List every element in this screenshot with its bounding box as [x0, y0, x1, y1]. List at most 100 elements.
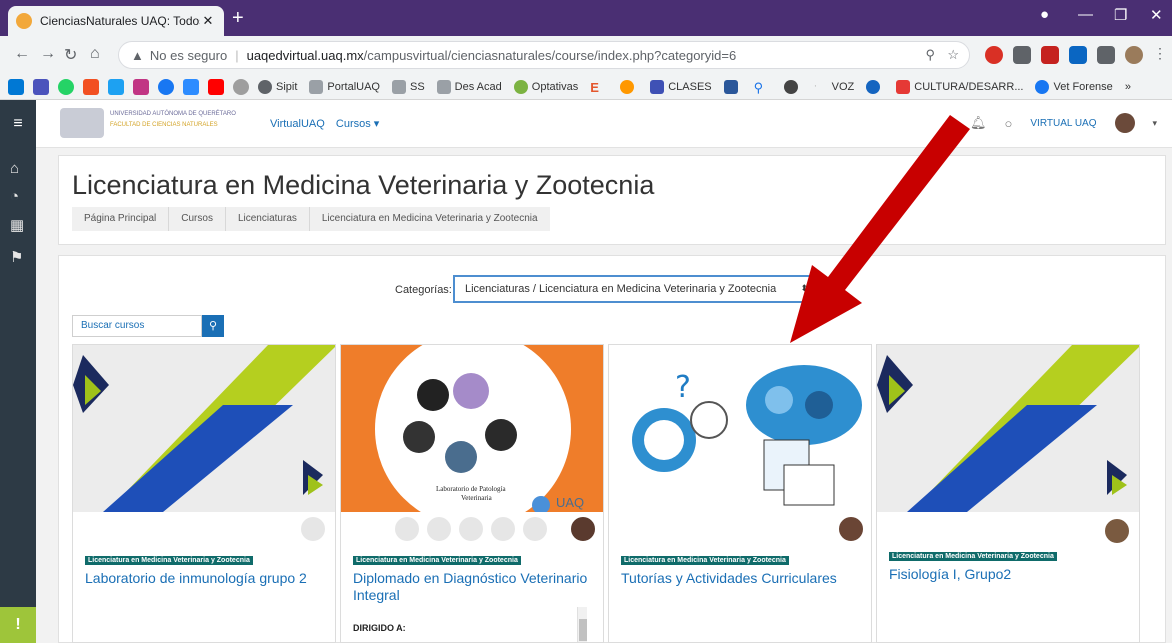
bookmarks-overflow-button[interactable]: »	[1125, 81, 1131, 93]
youtube-icon[interactable]	[208, 78, 224, 95]
page-title: Licenciatura en Medicina Veterinaria y Z…	[72, 170, 655, 200]
course-card[interactable]: ? Licenciatura en Medicina Veterinaria y…	[608, 344, 872, 643]
bookmark-item[interactable]: Des Acad	[436, 79, 502, 94]
bookmark-item-word[interactable]	[723, 79, 742, 94]
restore-icon[interactable]: ❐	[1114, 6, 1127, 24]
image-caption-uaq: UAQ	[556, 495, 585, 510]
teacher-avatar[interactable]	[299, 515, 327, 543]
course-info: Licenciatura en Medicina Veterinaria y Z…	[621, 549, 861, 587]
course-name-link[interactable]: Diplomado en Diagnóstico Veterinario Int…	[353, 570, 593, 604]
chevron-down-icon[interactable]: ▾	[1153, 118, 1158, 129]
bookmark-item-eye[interactable]	[620, 79, 638, 94]
bookmark-item-circle[interactable]	[783, 79, 802, 94]
seal-bookmark-icon[interactable]	[233, 78, 249, 95]
user-avatar[interactable]	[1114, 113, 1135, 133]
outlook-icon[interactable]	[8, 78, 24, 95]
back-icon[interactable]: ←	[14, 45, 30, 63]
site-logo[interactable]: UNIVERSIDAD AUTÓNOMA DE QUERÉTARO FACULT…	[60, 106, 250, 142]
course-search-input[interactable]: Buscar cursos	[72, 315, 202, 337]
profile-dot-icon[interactable]: ●	[1040, 6, 1049, 23]
tab-title: CienciasNaturales UAQ: Todos lo	[40, 14, 200, 28]
bookmark-item[interactable]: CLASES	[650, 79, 712, 94]
user-menu[interactable]: VIRTUAL UAQ	[1030, 118, 1096, 129]
adblock-icon[interactable]	[985, 46, 1003, 64]
course-name-link[interactable]: Laboratorio de inmunología grupo 2	[85, 570, 325, 587]
home-icon[interactable]: ⌂	[90, 45, 100, 63]
university-seal-icon	[60, 108, 104, 138]
messages-icon[interactable]: ○	[1005, 116, 1013, 131]
linkedin-icon[interactable]	[1069, 46, 1087, 64]
new-tab-button[interactable]: +	[232, 8, 244, 28]
teacher-avatar[interactable]	[569, 515, 597, 543]
course-pattern-image	[877, 345, 1139, 512]
scrollbar-thumb[interactable]	[579, 619, 587, 641]
reload-icon[interactable]: ↻	[64, 45, 77, 65]
extension-m-icon[interactable]	[1041, 46, 1059, 64]
graduation-cap-icon[interactable]: ⚑	[10, 248, 23, 266]
zoom-app-icon[interactable]	[183, 78, 199, 95]
bookmark-item-search[interactable]: ⚲	[754, 80, 772, 95]
breadcrumb-item[interactable]: Cursos	[169, 207, 226, 231]
search-icon[interactable]: ⚲	[202, 315, 224, 337]
facebook-icon[interactable]	[158, 78, 174, 95]
teacher-avatar[interactable]	[457, 515, 485, 543]
teams-icon[interactable]	[33, 78, 49, 95]
course-summary: DIRIGIDO A:	[353, 623, 406, 633]
bookmark-item[interactable]: PortalUAQ	[309, 79, 380, 94]
close-window-icon[interactable]: ✕	[1150, 6, 1163, 24]
teacher-avatar[interactable]	[425, 515, 453, 543]
calendar-icon[interactable]: ▦	[10, 216, 24, 234]
browser-tab[interactable]: CienciasNaturales UAQ: Todos lo ✕	[8, 6, 224, 36]
course-name-link[interactable]: Tutorías y Actividades Curriculares	[621, 570, 861, 587]
twitter-icon[interactable]	[108, 78, 124, 95]
course-name-link[interactable]: Fisiología I, Grupo2	[889, 566, 1129, 583]
nav-virtualuaq[interactable]: VirtualUAQ	[270, 118, 325, 130]
forward-icon[interactable]: →	[40, 45, 56, 63]
page-icon	[436, 79, 451, 94]
teacher-avatar[interactable]	[521, 515, 549, 543]
bookmark-item[interactable]: CULTURA/DESARR...	[896, 79, 1023, 94]
bookmark-item[interactable]: SS	[391, 79, 425, 94]
course-card[interactable]: Licenciatura en Medicina Veterinaria y Z…	[876, 344, 1140, 643]
teacher-avatar[interactable]	[837, 515, 865, 543]
address-bar[interactable]: ▲ No es seguro | uaqedvirtual.uaq.mx /ca…	[118, 41, 970, 69]
course-card[interactable]: Licenciatura en Medicina Veterinaria y Z…	[72, 344, 336, 643]
bookmark-item-c[interactable]	[866, 79, 884, 94]
bookmark-item[interactable]: Sipit	[258, 79, 297, 94]
bookmark-item[interactable]: Vet Forense	[1035, 79, 1113, 94]
blank-icon: ·	[813, 79, 818, 92]
microsoft-icon[interactable]	[83, 78, 99, 95]
teacher-avatar[interactable]	[1103, 517, 1131, 545]
category-value: Licenciaturas / Licenciatura en Medicina…	[465, 283, 777, 295]
instagram-icon[interactable]	[133, 78, 149, 95]
course-info: Licenciatura en Medicina Veterinaria y Z…	[353, 549, 593, 604]
c-logo-icon	[866, 79, 881, 94]
breadcrumb-item[interactable]: Página Principal	[72, 207, 170, 231]
minimize-icon[interactable]: —	[1078, 6, 1093, 23]
whatsapp-icon[interactable]	[58, 78, 74, 95]
teacher-avatar[interactable]	[489, 515, 517, 543]
bookmark-star-icon[interactable]: ☆	[947, 47, 959, 63]
breadcrumb-item[interactable]: Licenciaturas	[226, 207, 310, 231]
puzzle-icon[interactable]	[1097, 46, 1115, 64]
profile-avatar-icon[interactable]	[1125, 46, 1143, 64]
summary-scrollbar[interactable]	[577, 607, 587, 642]
bookmark-item[interactable]: · VOZ	[814, 80, 855, 94]
bookmark-label: Vet Forense	[1053, 80, 1113, 93]
close-tab-icon[interactable]: ✕	[200, 13, 216, 29]
hamburger-menu-icon[interactable]: ≡	[0, 100, 36, 148]
help-icon[interactable]: !	[0, 607, 36, 643]
breadcrumb-item[interactable]: Licenciatura en Medicina Veterinaria y Z…	[310, 207, 550, 231]
home-icon[interactable]: ⌂	[10, 160, 19, 177]
zoom-icon[interactable]: ⚲	[925, 47, 935, 63]
course-card[interactable]: Laboratorio de Patología Veterinaria UAQ…	[340, 344, 604, 643]
nav-cursos-dropdown[interactable]: Cursos ▾	[336, 118, 379, 130]
teacher-avatar[interactable]	[393, 515, 421, 543]
dashboard-icon[interactable]: ◔	[10, 188, 19, 205]
category-select[interactable]: Licenciaturas / Licenciatura en Medicina…	[453, 275, 820, 303]
word-icon	[723, 79, 738, 94]
bookmark-item[interactable]: Optativas	[513, 79, 578, 94]
bookmark-item-e[interactable]: E	[590, 80, 608, 95]
extension-s-icon[interactable]	[1013, 46, 1031, 64]
menu-kebab-icon[interactable]: ⋮	[1153, 46, 1171, 64]
